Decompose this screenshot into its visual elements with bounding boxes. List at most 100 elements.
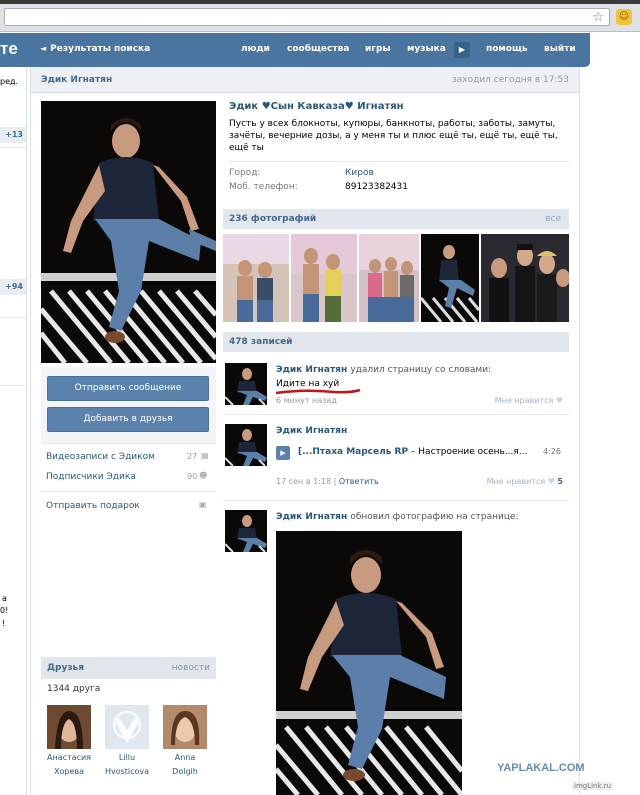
photo-thumbnail[interactable] (291, 234, 357, 322)
site-logo[interactable]: те (0, 39, 18, 59)
profile-full-name: Эдик ♥Сын Кавказа♥ Игнатян (229, 101, 404, 112)
videos-count: 27 (187, 452, 198, 461)
wall-post: Эдик Игнатян ▶ [...Птаха Марсель RP – На… (223, 424, 569, 492)
friends-news-link[interactable]: новости (172, 663, 210, 673)
back-arrow-icon: ◄ (40, 44, 47, 53)
address-bar[interactable] (4, 8, 610, 26)
sidebar-counter-badge[interactable]: +94 (0, 279, 26, 295)
watermark-small: imgLink.ru (572, 782, 614, 790)
watermark-logo: YAPLAKAL.COM (497, 762, 585, 774)
profile-info: Эдик ♥Сын Кавказа♥ Игнатян Пусть у всех … (229, 101, 569, 196)
videos-link[interactable]: Видеозаписи с Эдиком (46, 452, 155, 462)
sidebar-edit-link[interactable]: ред. (0, 77, 18, 86)
like-label: Мне нравится (494, 396, 554, 405)
browser-tabstrip (0, 0, 640, 4)
send-gift-link[interactable]: Отправить подарок (46, 501, 140, 511)
friend-card[interactable]: Анастасия Хорева (43, 705, 95, 777)
photos-all-link[interactable]: все (545, 214, 561, 224)
post-author-avatar[interactable] (225, 510, 267, 552)
last-seen-text: заходил сегодня в 17:53 (451, 75, 569, 85)
heart-icon: ♥ (547, 477, 555, 486)
left-sidebar: ред. +13 +94 а 0! ! (0, 67, 27, 795)
nav-games[interactable]: игры (365, 44, 391, 54)
send-message-button[interactable]: Отправить сообщение (47, 376, 209, 401)
friends-section-header[interactable]: Друзья новости (41, 657, 216, 679)
profile-header-bar: Эдик Игнатян заходил сегодня в 17:53 (31, 67, 579, 93)
city-value[interactable]: Киров (345, 168, 374, 178)
browser-toolbar: ☆ ☺ (0, 0, 640, 32)
post-action-text: удалил страницу со словами: (350, 365, 492, 375)
friend-first-name: Lillu (118, 753, 136, 762)
post-time[interactable]: 6 минут назад (276, 396, 337, 405)
post-author-name[interactable]: Эдик Игнатян (276, 426, 347, 436)
post-author-avatar[interactable] (225, 363, 267, 405)
photo-thumbnail[interactable] (421, 234, 479, 322)
audio-track: ▶ [...Птаха Марсель RP – Настроение осен… (276, 444, 561, 464)
audio-duration: 4:26 (543, 447, 561, 456)
friend-first-name: Anna (174, 753, 196, 762)
reply-link[interactable]: Ответить (339, 477, 379, 486)
post-action-text: обновил фотографию на странице: (350, 512, 519, 522)
post-author[interactable]: Эдик Игнатян обновил фотографию на стран… (276, 512, 519, 522)
audio-song: – Настроение осень...я... (408, 447, 528, 457)
avatar-photo (41, 101, 216, 363)
post-time[interactable]: 17 сен в 1:18 (276, 477, 331, 486)
wall-section-header[interactable]: 478 записей (223, 332, 569, 352)
friend-last-name: Hvosticova (104, 767, 150, 776)
post-author[interactable]: Эдик Игнатян удалил страницу со словами: (276, 365, 491, 375)
friend-avatar (163, 705, 207, 749)
sidebar-counter-badge[interactable]: +13 (0, 127, 26, 143)
audio-title[interactable]: [...Птаха Марсель RP – Настроение осень.… (298, 447, 527, 457)
heart-icon: ♥ (555, 396, 563, 405)
audio-play-icon[interactable]: ▶ (276, 446, 290, 460)
bookmark-star-icon[interactable]: ☆ (592, 10, 604, 25)
post-author-name[interactable]: Эдик Игнатян (276, 512, 347, 522)
phone-value: 89123382431 (345, 182, 408, 192)
friend-last-name: Хорева (54, 767, 84, 776)
profile-head-name[interactable]: Эдик Игнатян (41, 75, 112, 85)
subscribers-count: 90 (187, 472, 198, 481)
friend-first-name: Анастасия (47, 753, 91, 762)
like-count: 5 (557, 477, 563, 486)
phone-label: Моб. телефон: (229, 182, 298, 192)
nav-logout[interactable]: выйти (544, 44, 576, 54)
friend-card[interactable]: Anna Dolgih (159, 705, 211, 777)
nav-help[interactable]: помощь (486, 44, 528, 54)
extension-icon[interactable]: ☺ (616, 9, 632, 25)
post-author-avatar[interactable] (225, 424, 267, 466)
friends-title: Друзья (47, 663, 85, 673)
nav-people[interactable]: люди (241, 44, 270, 54)
subscribers-link[interactable]: Подписчики Эдика (46, 472, 136, 482)
wall-title: 478 записей (229, 337, 293, 347)
music-play-icon[interactable]: ▶ (454, 42, 470, 58)
sidebar-text-fragment: а (2, 594, 7, 603)
photos-section-header[interactable]: 236 фотографий все (223, 209, 569, 229)
profile-avatar[interactable] (41, 101, 216, 363)
photo-thumbnail[interactable] (359, 234, 419, 322)
sidebar-text-fragment: ! (2, 619, 6, 628)
video-icon: ▦ (201, 451, 209, 460)
sidebar-text-fragment: 0! (0, 606, 9, 615)
post-author-name[interactable]: Эдик Игнатян (276, 365, 347, 375)
like-button[interactable]: Мне нравится ♥ 5 (487, 477, 563, 486)
friends-count: 1344 друга (47, 684, 101, 694)
post-photo[interactable] (276, 531, 462, 795)
like-button[interactable]: Мне нравится ♥ (495, 396, 563, 405)
friend-card[interactable]: Lillu Hvosticova (101, 705, 153, 777)
photos-title: 236 фотографий (229, 214, 317, 224)
back-to-search-link[interactable]: ◄ Результаты поиска (40, 44, 150, 54)
audio-artist[interactable]: [...Птаха Марсель RP (298, 447, 408, 457)
post-meta: 17 сен в 1:18 | Ответить (276, 477, 379, 486)
people-icon: ☻ (199, 471, 208, 480)
post-meta-separator: | (331, 477, 339, 486)
add-friend-button[interactable]: Добавить в друзья (47, 407, 209, 432)
nav-communities[interactable]: сообщества (287, 44, 349, 54)
photo-thumbnail[interactable] (223, 234, 289, 322)
profile-page: Эдик Игнатян заходил сегодня в 17:53 Отп… (30, 67, 580, 795)
nav-music[interactable]: музыка (407, 44, 446, 54)
gift-icon: ▣ (199, 500, 207, 509)
photo-thumbnail[interactable] (481, 234, 569, 322)
friend-avatar (105, 705, 149, 749)
post-photo-image (276, 531, 462, 795)
profile-status[interactable]: Пусть у всех блокноты, купюры, банкноты,… (229, 118, 569, 154)
